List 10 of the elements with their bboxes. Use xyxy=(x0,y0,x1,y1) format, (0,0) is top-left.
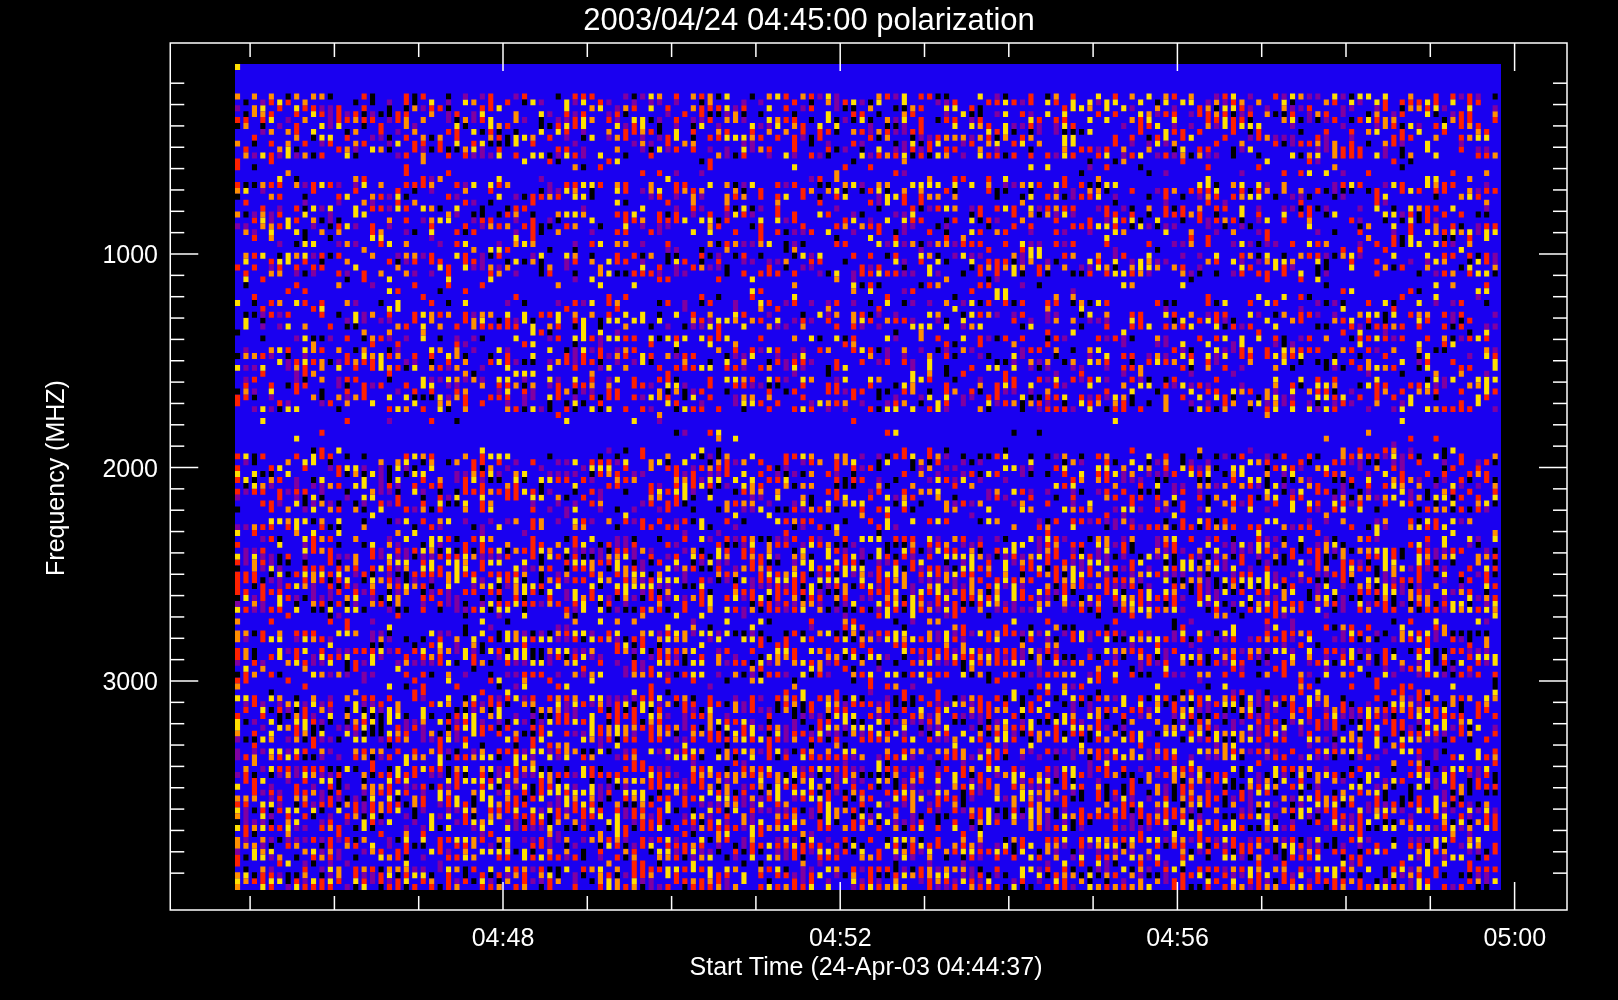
x-tick-label: 04:56 xyxy=(1146,923,1209,951)
x-tick-label: 05:00 xyxy=(1483,923,1547,951)
x-axis-label: Start Time (24-Apr-03 04:44:37) xyxy=(689,952,1043,980)
y-tick-label: 2000 xyxy=(102,453,158,482)
x-tick-label: 04:48 xyxy=(471,923,535,951)
x-tick-label: 04:52 xyxy=(809,923,872,951)
chart-title: 2003/04/24 04:45:00 polarization xyxy=(583,2,1035,37)
y-tick-label: 1000 xyxy=(102,240,158,268)
y-axis-label: Frequency (MHZ) xyxy=(41,380,69,576)
y-tick-label: 3000 xyxy=(102,667,158,695)
